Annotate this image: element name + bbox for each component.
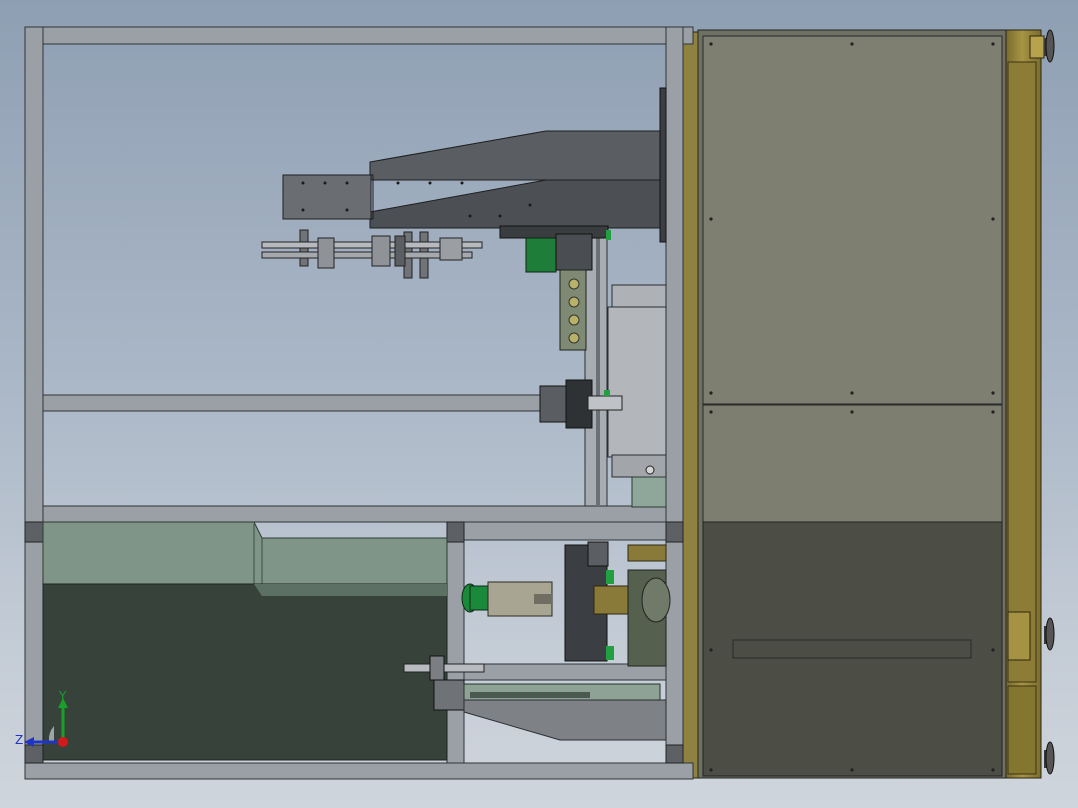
gold-edge-strip [682,31,699,779]
gantry-arm [282,87,667,243]
cabinet-upper-panel [702,35,1003,405]
z-axis-label: Z [15,733,24,747]
cad-viewport[interactable]: Y Z [0,0,1078,808]
safety-guard [42,521,448,761]
tool-pins [261,229,483,279]
y-axis-label: Y [59,689,67,703]
lower-gripper [564,541,671,667]
gold-base-rail [1002,29,1045,779]
suction-nozzle [461,581,553,617]
leveling-foot-bottom [1044,741,1055,775]
leveling-foot-middle [1044,617,1055,651]
cabinet-lower-panel [702,521,1003,777]
cabinet-middle-panel [702,404,1003,523]
cad-assembly-drawing [24,26,1055,780]
leveling-foot-top [1044,29,1055,63]
coordinate-triad [24,698,68,747]
